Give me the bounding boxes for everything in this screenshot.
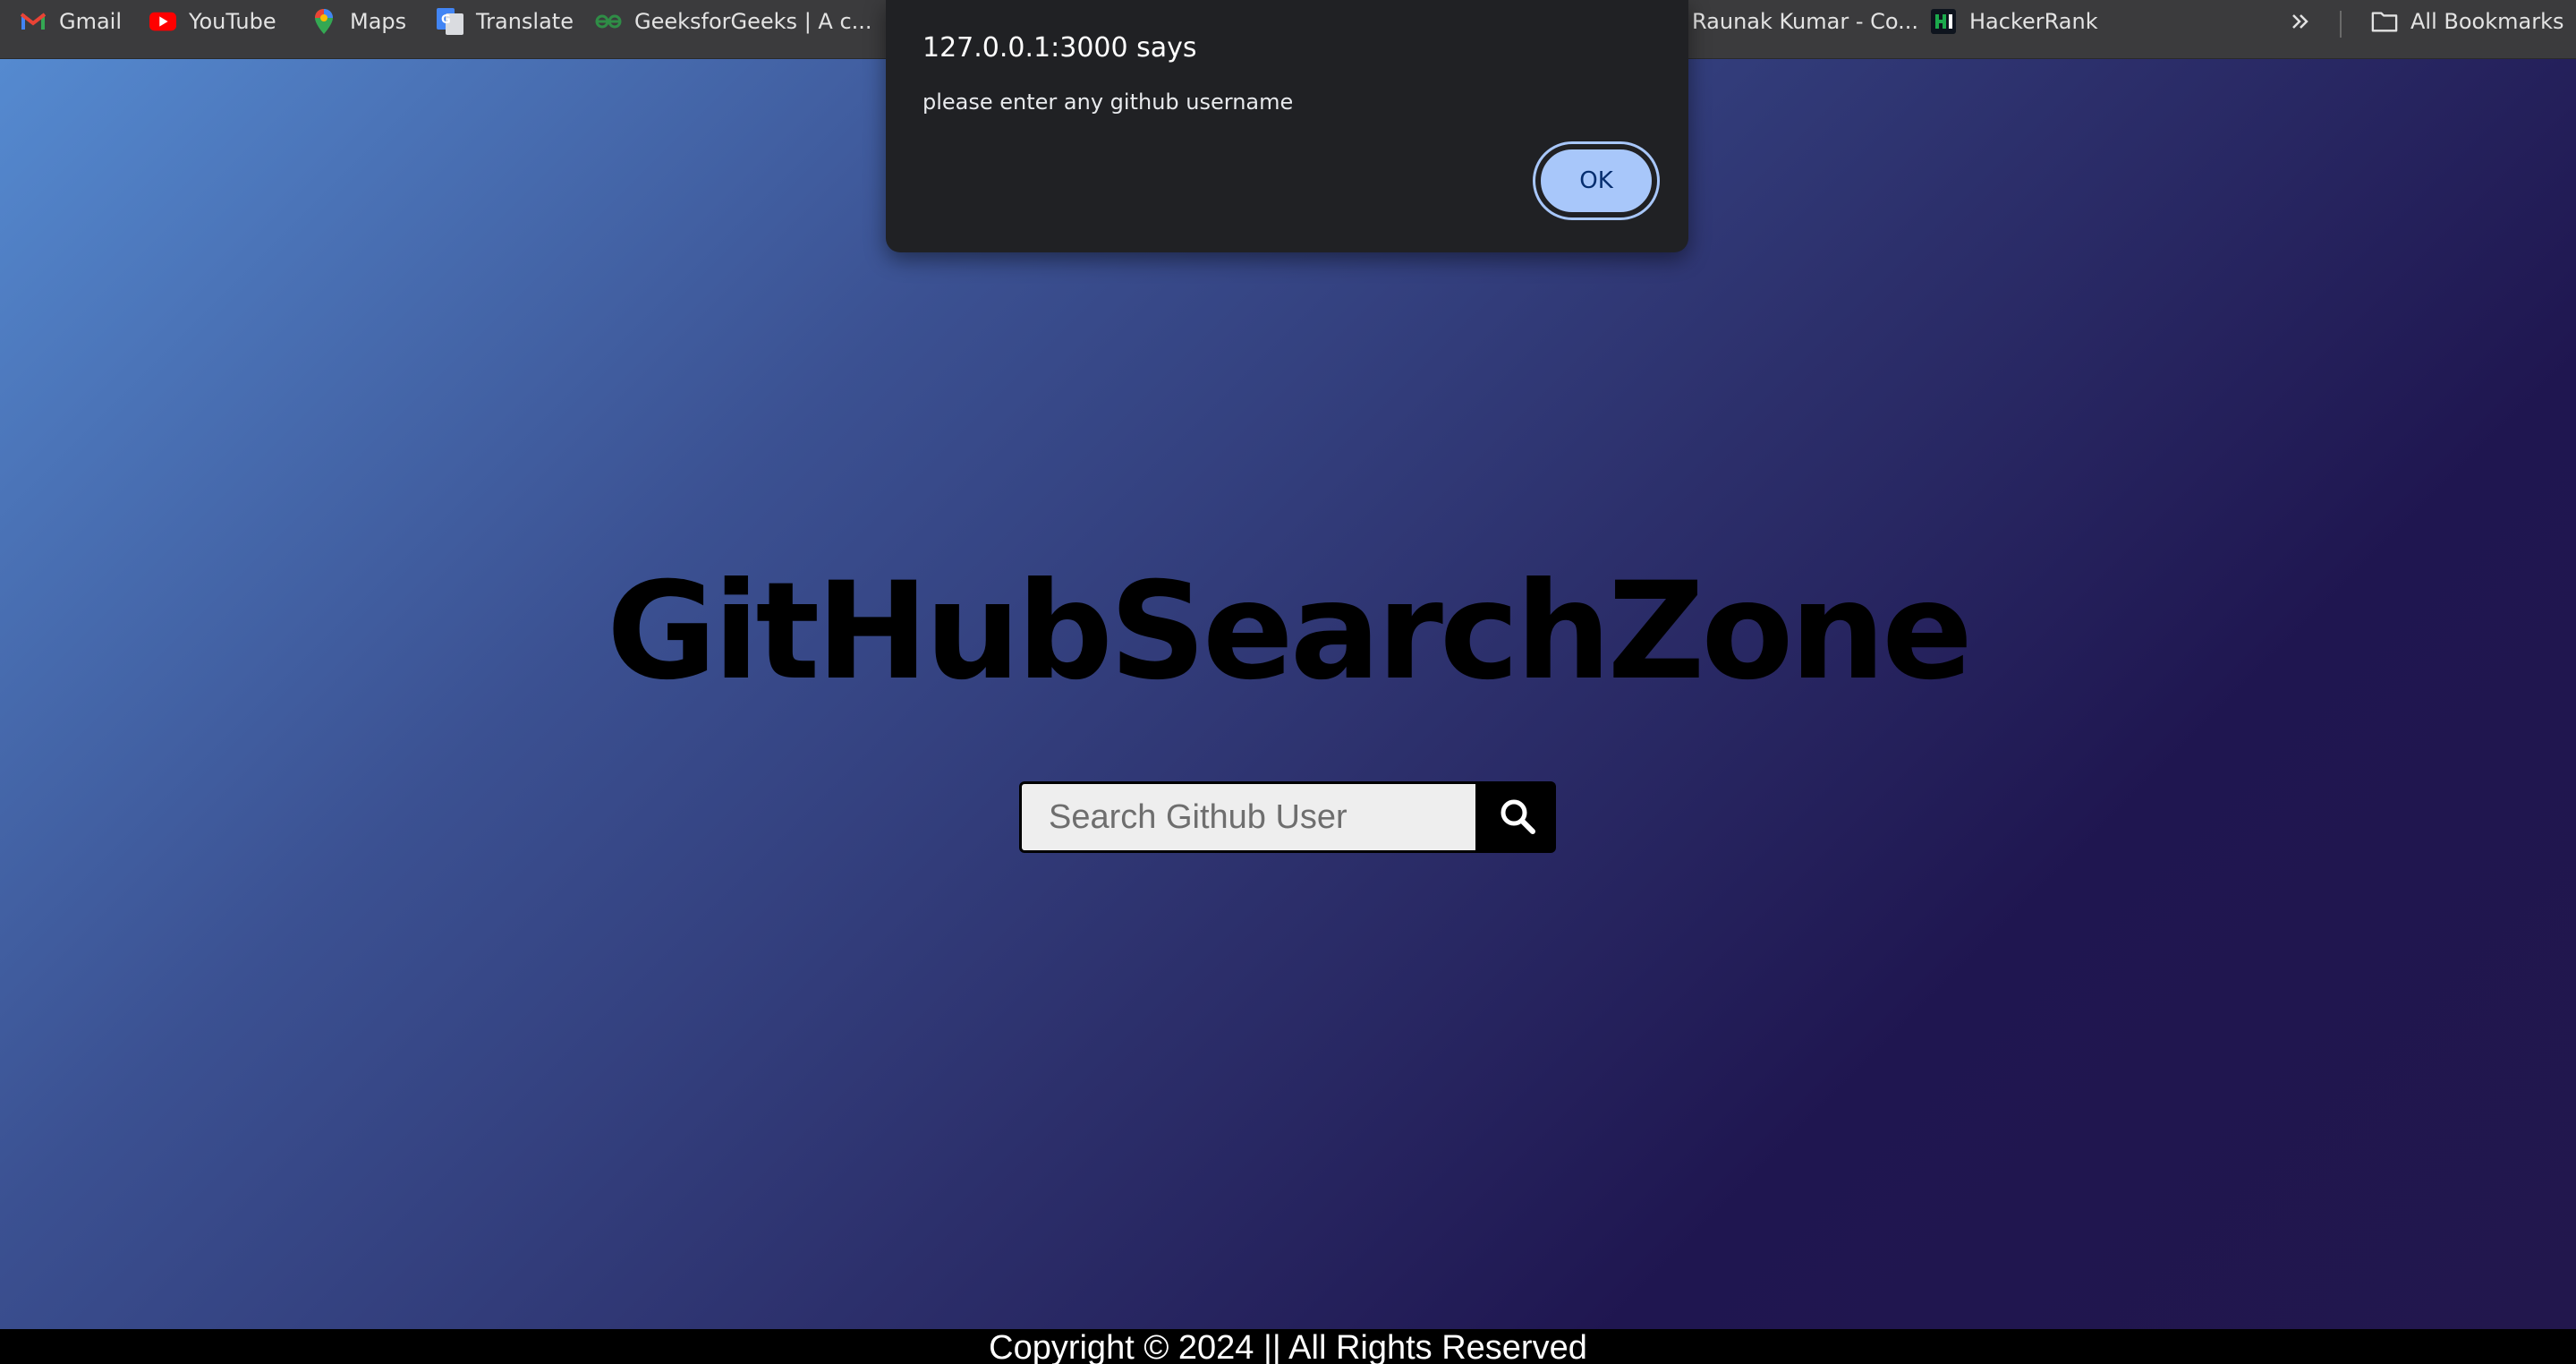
- all-bookmarks-button[interactable]: All Bookmarks: [2371, 0, 2563, 43]
- bookmark-label: Raunak Kumar - Co...: [1692, 9, 1919, 34]
- bookmark-gmail[interactable]: Gmail: [20, 0, 122, 43]
- bookmark-label: Maps: [350, 9, 407, 34]
- search-button[interactable]: [1478, 781, 1556, 853]
- bookmark-label: Gmail: [59, 9, 123, 34]
- hackerrank-icon: [1930, 8, 1957, 35]
- youtube-icon: [149, 8, 176, 35]
- bookmarks-overflow-button[interactable]: [2287, 0, 2326, 43]
- ok-button-focus-ring: OK: [1533, 141, 1660, 220]
- dialog-title: 127.0.0.1:3000 says: [922, 32, 1197, 64]
- search-icon: [1499, 797, 1536, 838]
- folder-icon: [2371, 8, 2398, 35]
- bookmark-geeksforgeeks[interactable]: GeeksforGeeks | A c...: [595, 0, 872, 43]
- bookmark-raunak-kumar[interactable]: Raunak Kumar - Co...: [1692, 0, 1918, 43]
- translate-icon: G: [437, 8, 463, 35]
- svg-text:G: G: [441, 13, 451, 27]
- bookmark-maps[interactable]: Maps: [310, 0, 406, 43]
- dialog-message: please enter any github username: [922, 90, 1294, 115]
- all-bookmarks-label: All Bookmarks: [2410, 9, 2564, 34]
- bookmark-hackerrank[interactable]: HackerRank: [1930, 0, 2098, 43]
- bookmark-label: YouTube: [189, 9, 276, 34]
- chevron-double-right-icon: [2287, 8, 2314, 35]
- bookmark-translate[interactable]: G Translate: [437, 0, 574, 43]
- page-title: GitHubSearchZone: [607, 554, 1973, 710]
- footer-copyright: Copyright © 2024 || All Rights Reserved: [0, 1329, 2576, 1364]
- alert-dialog: 127.0.0.1:3000 says please enter any git…: [886, 0, 1688, 252]
- search-bar: [1019, 781, 1556, 853]
- ok-button[interactable]: OK: [1539, 148, 1654, 214]
- bookmark-label: HackerRank: [1969, 9, 2098, 34]
- geeksforgeeks-icon: [595, 8, 622, 35]
- bookmark-label: Translate: [476, 9, 574, 34]
- maps-icon: [310, 8, 337, 35]
- gmail-icon: [20, 8, 47, 35]
- bookmark-youtube[interactable]: YouTube: [149, 0, 276, 43]
- bookmark-label: GeeksforGeeks | A c...: [634, 9, 872, 34]
- search-input[interactable]: [1019, 781, 1478, 853]
- bookmarks-divider: [2340, 11, 2342, 38]
